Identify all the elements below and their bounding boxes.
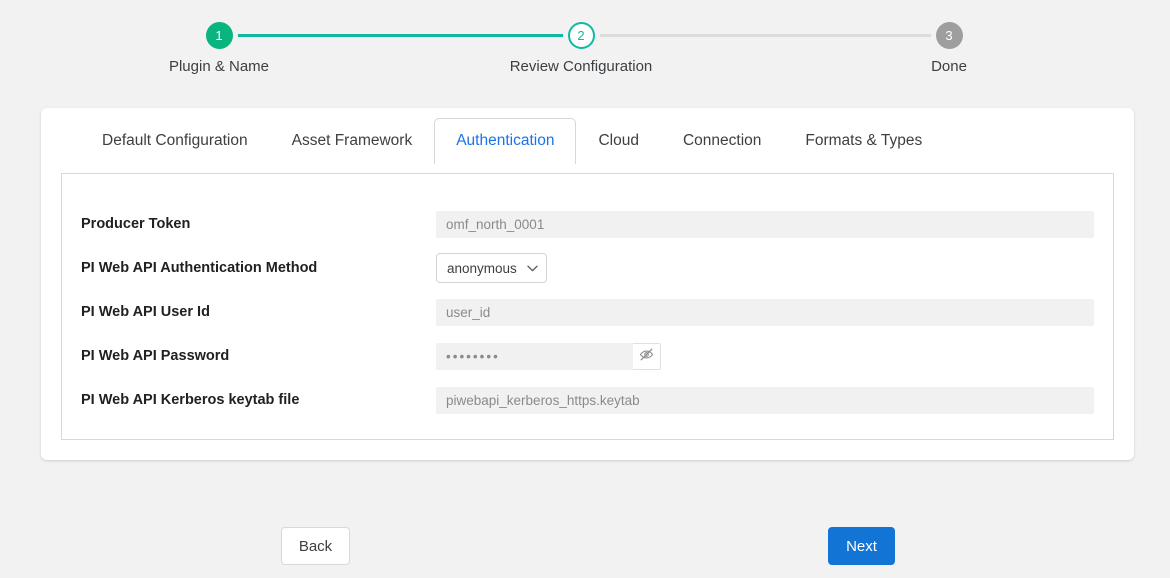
label-auth-method: PI Web API Authentication Method xyxy=(81,260,436,276)
step-3-circle: 3 xyxy=(936,22,963,49)
step-1-circle: 1 xyxy=(206,22,233,49)
step-3-label: Done xyxy=(859,58,1039,75)
label-producer-token: Producer Token xyxy=(81,216,436,232)
producer-token-input[interactable] xyxy=(436,211,1094,238)
authentication-panel: Producer Token PI Web API Authentication… xyxy=(61,173,1114,440)
step-3-done[interactable]: 3 Done xyxy=(859,0,1039,75)
field-row-password: PI Web API Password xyxy=(81,334,1094,378)
tab-connection[interactable]: Connection xyxy=(661,118,783,163)
label-user-id: PI Web API User Id xyxy=(81,304,436,320)
back-button[interactable]: Back xyxy=(281,527,350,565)
auth-method-select[interactable]: anonymous xyxy=(436,253,547,283)
tab-default-configuration-label: Default Configuration xyxy=(102,132,248,150)
password-input-group xyxy=(436,343,1094,370)
control-keytab-file xyxy=(436,387,1094,414)
tab-authentication-label: Authentication xyxy=(456,132,554,150)
field-row-user-id: PI Web API User Id xyxy=(81,290,1094,334)
tab-formats-and-types[interactable]: Formats & Types xyxy=(783,118,944,163)
chevron-down-icon xyxy=(527,265,538,272)
control-user-id xyxy=(436,299,1094,326)
tab-cloud-label: Cloud xyxy=(598,132,639,150)
user-id-input[interactable] xyxy=(436,299,1094,326)
eye-off-icon xyxy=(639,347,654,365)
step-2-review-configuration[interactable]: 2 Review Configuration xyxy=(491,0,671,75)
control-password xyxy=(436,343,1094,370)
label-keytab-file: PI Web API Kerberos keytab file xyxy=(81,392,436,408)
tab-authentication[interactable]: Authentication xyxy=(434,118,576,164)
tab-asset-framework-label: Asset Framework xyxy=(292,132,413,150)
step-2-circle: 2 xyxy=(568,22,595,49)
control-auth-method: anonymous xyxy=(436,253,1094,283)
tab-formats-and-types-label: Formats & Types xyxy=(805,132,922,150)
toggle-password-visibility-button[interactable] xyxy=(633,343,661,370)
tab-bar: Default Configuration Asset Framework Au… xyxy=(41,108,1134,163)
authentication-form: Producer Token PI Web API Authentication… xyxy=(62,174,1113,422)
field-row-producer-token: Producer Token xyxy=(81,202,1094,246)
tab-cloud[interactable]: Cloud xyxy=(576,118,661,163)
tab-asset-framework[interactable]: Asset Framework xyxy=(270,118,435,163)
wizard-stepper: 1 Plugin & Name 2 Review Configuration 3… xyxy=(0,0,1170,92)
step-1-label: Plugin & Name xyxy=(129,58,309,75)
tab-default-configuration[interactable]: Default Configuration xyxy=(80,118,270,163)
step-2-label: Review Configuration xyxy=(491,58,671,75)
password-input[interactable] xyxy=(436,343,633,370)
field-row-auth-method: PI Web API Authentication Method anonymo… xyxy=(81,246,1094,290)
control-producer-token xyxy=(436,211,1094,238)
keytab-file-input[interactable] xyxy=(436,387,1094,414)
next-button[interactable]: Next xyxy=(828,527,895,565)
step-1-plugin-and-name[interactable]: 1 Plugin & Name xyxy=(129,0,309,75)
label-password: PI Web API Password xyxy=(81,348,436,364)
auth-method-selected-value: anonymous xyxy=(447,261,517,276)
field-row-keytab-file: PI Web API Kerberos keytab file xyxy=(81,378,1094,422)
wizard-footer: Back Next xyxy=(0,527,1170,567)
tab-connection-label: Connection xyxy=(683,132,761,150)
